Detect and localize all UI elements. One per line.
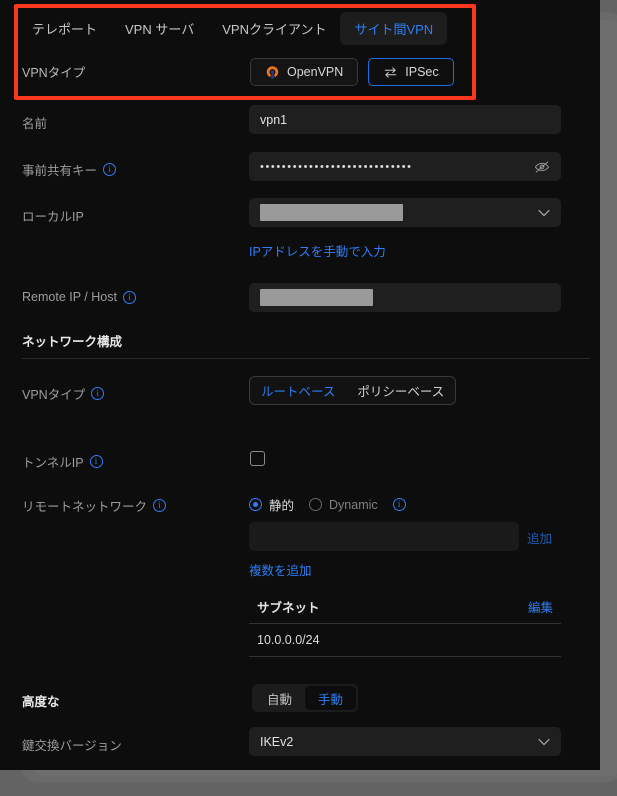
remote-network-mode-group: 静的 Dynamic i bbox=[249, 495, 406, 514]
tunnel-ip-label: トンネルIP i bbox=[22, 452, 103, 471]
network-vpn-type-label-text: VPNタイプ bbox=[22, 388, 86, 402]
info-icon[interactable]: i bbox=[122, 290, 136, 304]
name-input-value: vpn1 bbox=[260, 112, 288, 127]
tab-site-to-site-vpn[interactable]: サイト間VPN bbox=[340, 11, 448, 45]
remote-ip-host-redacted-value bbox=[260, 289, 373, 306]
vpn-type-ipsec-button[interactable]: IPSec bbox=[368, 58, 454, 86]
static-radio[interactable] bbox=[249, 498, 262, 511]
info-icon[interactable]: i bbox=[103, 163, 117, 176]
info-icon[interactable]: i bbox=[89, 455, 103, 468]
ipsec-arrows-icon bbox=[385, 67, 397, 77]
tab-vpn-client[interactable]: VPNクライアント bbox=[208, 12, 340, 45]
key-exchange-value: IKEv2 bbox=[260, 734, 294, 749]
name-label: 名前 bbox=[22, 113, 47, 132]
remote-network-label: リモートネットワーク i bbox=[22, 496, 167, 515]
subnet-edit-link[interactable]: 編集 bbox=[528, 597, 553, 616]
advanced-section-title: 高度な bbox=[22, 691, 60, 710]
dynamic-radio[interactable] bbox=[309, 498, 323, 511]
chevron-down-icon bbox=[538, 209, 550, 216]
vpn-type-options: OpenVPN IPSec bbox=[250, 58, 454, 86]
preshared-key-input[interactable]: •••••••••••••••••••••••••••• bbox=[249, 152, 561, 181]
subnet-table-header: サブネット 編集 bbox=[249, 597, 561, 624]
vpn-type-row: VPNタイプ OpenVPN IPSec bbox=[22, 58, 462, 86]
add-multiple-link[interactable]: 複数を追加 bbox=[249, 560, 312, 579]
table-row: 10.0.0.0/24 bbox=[249, 624, 561, 657]
remote-ip-host-input[interactable] bbox=[249, 283, 561, 312]
subnet-table: サブネット 編集 10.0.0.0/24 bbox=[249, 597, 561, 657]
key-exchange-select[interactable]: IKEv2 bbox=[249, 727, 561, 756]
local-ip-label: ローカルIP bbox=[22, 206, 84, 225]
subnet-cell-value: 10.0.0.0/24 bbox=[257, 633, 320, 647]
tab-bar: テレポート VPN サーバ VPNクライアント サイト間VPN bbox=[18, 11, 448, 45]
tunnel-ip-label-text: トンネルIP bbox=[22, 456, 84, 470]
openvpn-icon bbox=[266, 65, 279, 79]
subnet-column-header: サブネット bbox=[257, 601, 320, 615]
local-ip-label-text: ローカルIP bbox=[22, 210, 84, 224]
name-label-text: 名前 bbox=[22, 117, 48, 131]
local-ip-select[interactable] bbox=[249, 198, 561, 227]
network-section-title: ネットワーク構成 bbox=[22, 331, 122, 350]
name-input[interactable]: vpn1 bbox=[249, 105, 561, 134]
vpn-type-openvpn-button[interactable]: OpenVPN bbox=[250, 58, 359, 86]
chevron-down-icon bbox=[538, 738, 550, 745]
preshared-key-label: 事前共有キー i bbox=[22, 160, 117, 179]
route-based-option[interactable]: ルートベース bbox=[250, 377, 346, 404]
tunnel-ip-checkbox[interactable] bbox=[250, 451, 265, 466]
vpn-settings-panel: テレポート VPN サーバ VPNクライアント サイト間VPN VPNタイプ O… bbox=[0, 0, 600, 770]
static-radio-label: 静的 bbox=[269, 499, 295, 513]
advanced-mode-toggle: 自動 手動 bbox=[252, 684, 359, 712]
remote-ip-host-label-text: Remote IP / Host bbox=[22, 290, 117, 304]
key-exchange-label-text: 鍵交換バージョン bbox=[22, 739, 122, 753]
network-vpn-type-toggle: ルートベース ポリシーベース bbox=[249, 376, 457, 405]
ipsec-label: IPSec bbox=[405, 65, 439, 79]
policy-based-option[interactable]: ポリシーベース bbox=[346, 377, 455, 404]
advanced-mode-manual[interactable]: 手動 bbox=[305, 686, 357, 710]
info-icon[interactable]: i bbox=[91, 387, 105, 400]
key-exchange-label: 鍵交換バージョン bbox=[22, 735, 122, 754]
openvpn-label: OpenVPN bbox=[287, 65, 344, 79]
remote-network-label-text: リモートネットワーク bbox=[22, 500, 148, 514]
advanced-mode-auto[interactable]: 自動 bbox=[254, 686, 305, 710]
preshared-key-label-text: 事前共有キー bbox=[22, 164, 98, 178]
info-icon[interactable]: i bbox=[392, 498, 406, 511]
remote-ip-host-label: Remote IP / Host i bbox=[22, 290, 136, 304]
remote-network-input[interactable] bbox=[249, 522, 519, 551]
local-ip-redacted-value bbox=[260, 204, 403, 221]
advanced-section-title-text: 高度な bbox=[22, 695, 60, 709]
network-vpn-type-label: VPNタイプ i bbox=[22, 384, 105, 403]
add-button[interactable]: 追加 bbox=[527, 528, 552, 547]
eye-off-icon[interactable] bbox=[534, 160, 550, 174]
manual-ip-entry-link[interactable]: IPアドレスを手動で入力 bbox=[249, 241, 386, 260]
info-icon[interactable]: i bbox=[153, 499, 167, 512]
network-section-divider bbox=[22, 358, 590, 359]
tab-teleport[interactable]: テレポート bbox=[18, 12, 111, 45]
vpn-type-label: VPNタイプ bbox=[22, 66, 86, 80]
dynamic-radio-label: Dynamic bbox=[329, 497, 378, 512]
tab-vpn-server[interactable]: VPN サーバ bbox=[111, 12, 208, 45]
network-section-title-text: ネットワーク構成 bbox=[22, 335, 123, 349]
preshared-key-masked-value: •••••••••••••••••••••••••••• bbox=[260, 160, 413, 173]
screen: テレポート VPN サーバ VPNクライアント サイト間VPN VPNタイプ O… bbox=[0, 0, 617, 796]
